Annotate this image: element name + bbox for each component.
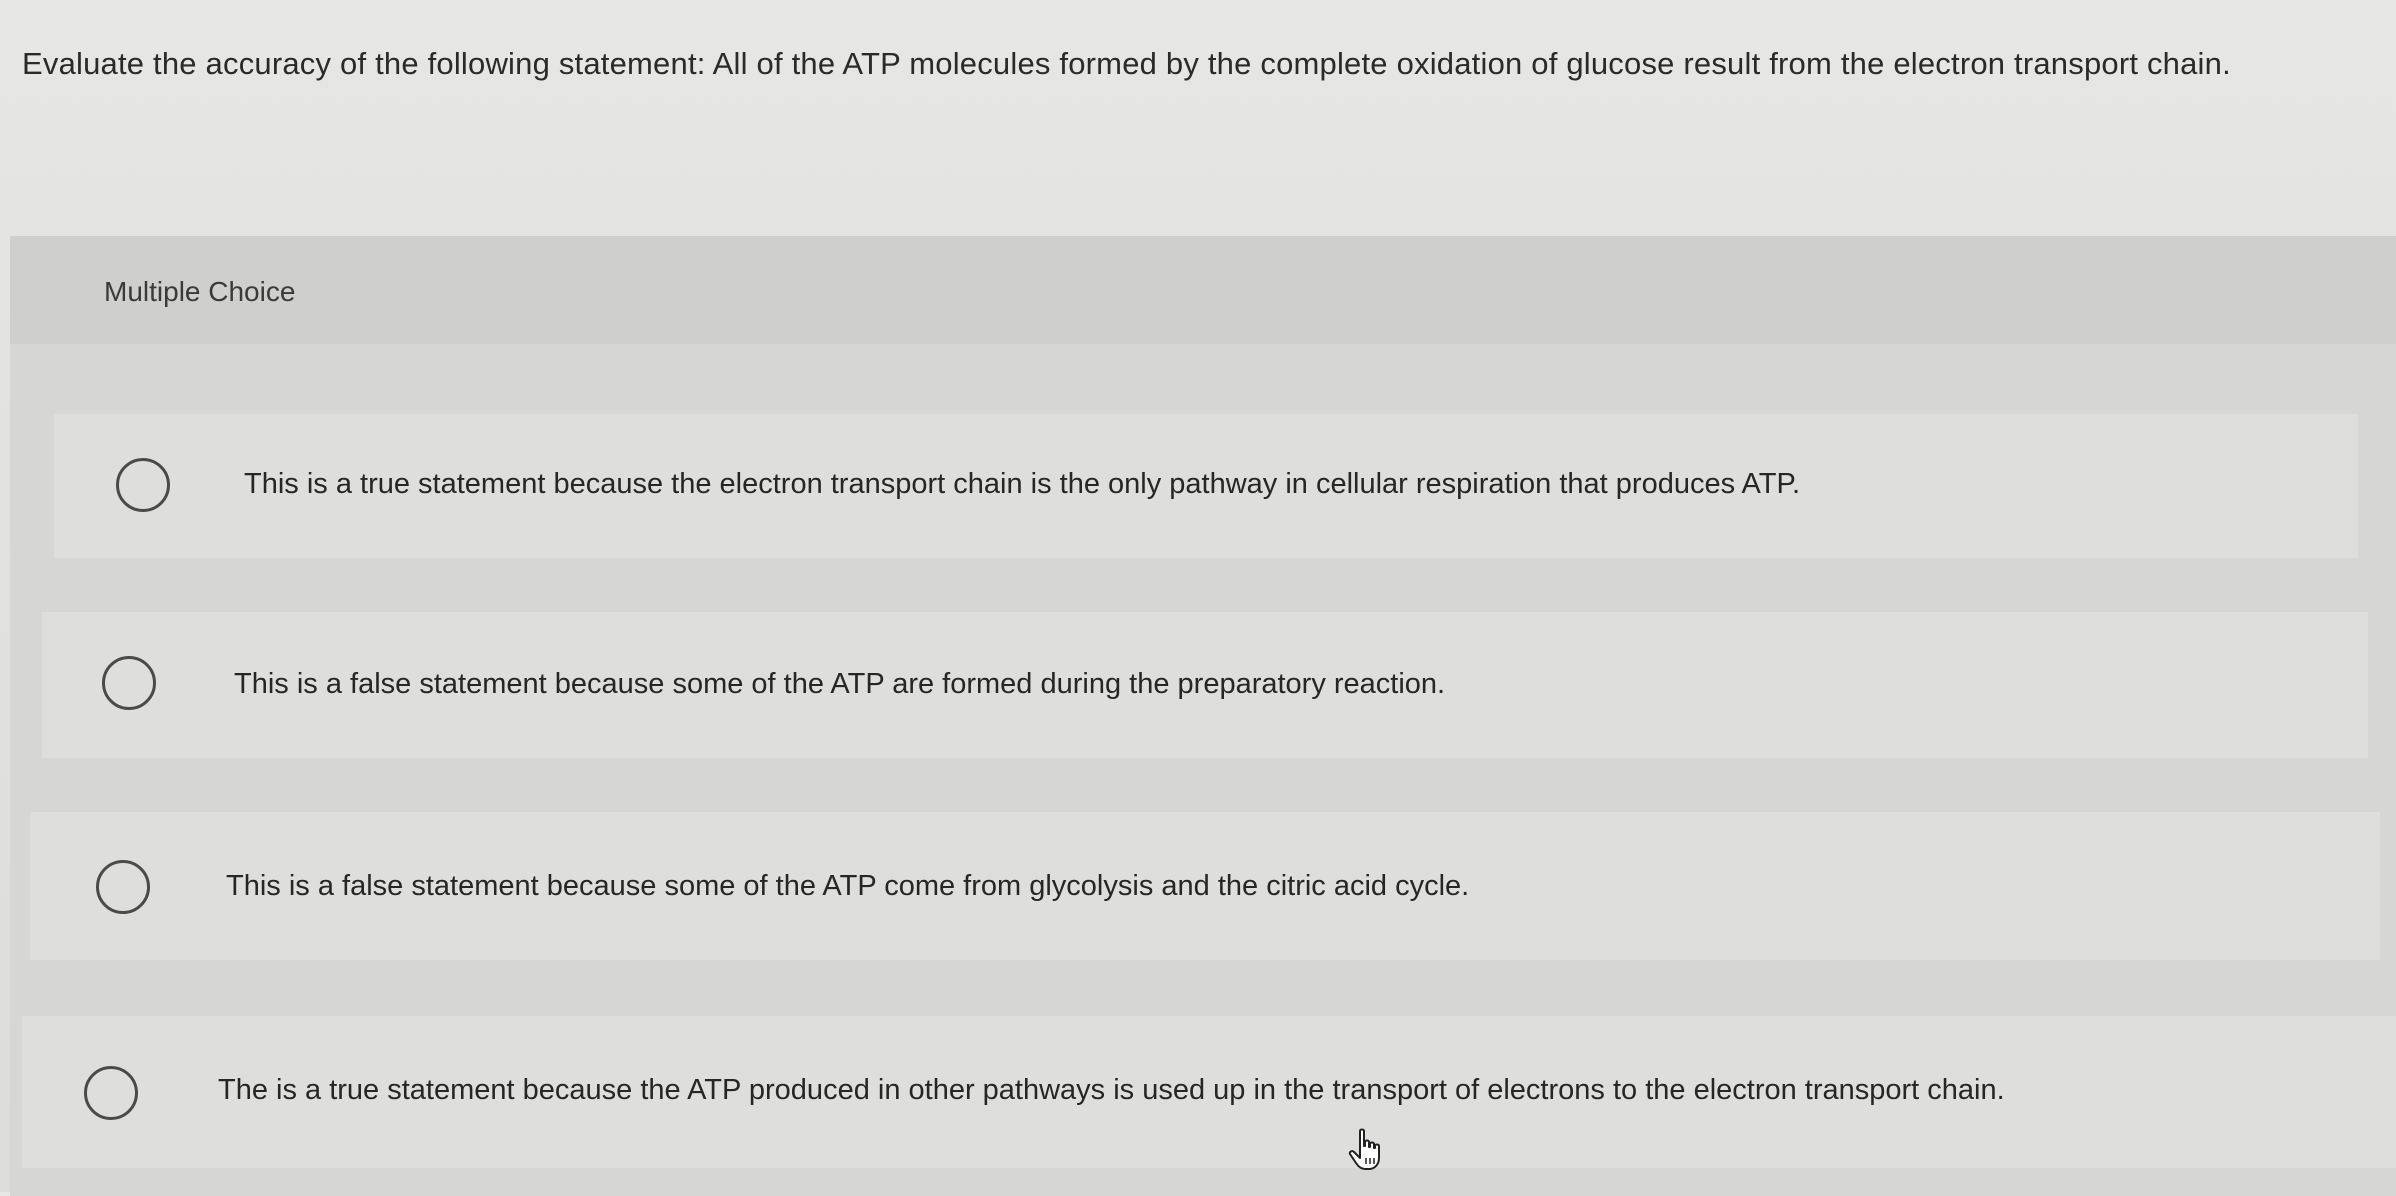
answer-option-4[interactable]: The is a true statement because the ATP … — [22, 1016, 2396, 1168]
radio-button-3[interactable] — [96, 860, 150, 914]
answer-option-2-text: This is a false statement because some o… — [234, 668, 1446, 700]
radio-button-2[interactable] — [102, 656, 156, 710]
multiple-choice-header — [10, 236, 2396, 344]
answer-option-3[interactable]: This is a false statement because some o… — [30, 812, 2380, 960]
answer-option-3-text: This is a false statement because some o… — [226, 870, 1470, 902]
multiple-choice-label: Multiple Choice — [104, 276, 296, 307]
radio-button-4[interactable] — [84, 1066, 138, 1120]
answer-option-2[interactable]: This is a false statement because some o… — [42, 612, 2368, 758]
hand-pointer-icon — [1348, 1128, 1380, 1170]
answer-option-1[interactable]: This is a true statement because the ele… — [54, 414, 2358, 558]
answer-option-1-text: This is a true statement because the ele… — [244, 468, 1801, 500]
answer-option-4-text: The is a true statement because the ATP … — [218, 1074, 2005, 1106]
radio-button-1[interactable] — [116, 458, 170, 512]
question-text: Evaluate the accuracy of the following s… — [22, 46, 2231, 81]
